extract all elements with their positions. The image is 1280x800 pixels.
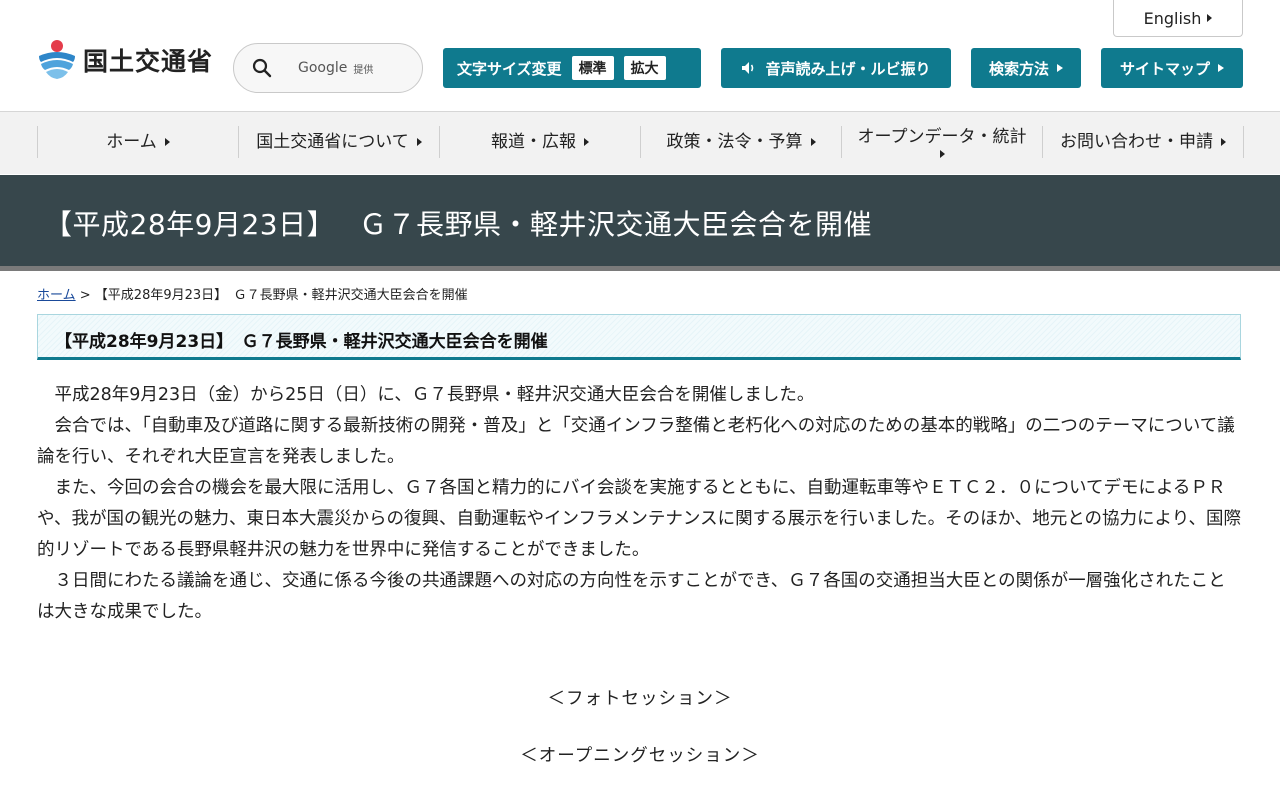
triangle-right-icon xyxy=(1218,64,1224,72)
logo-text: 国土交通省 xyxy=(83,47,214,76)
breadcrumb-current: 【平成28年9月23日】 Ｇ７長野県・軽井沢交通大臣会合を開催 xyxy=(94,288,468,303)
english-link[interactable]: English xyxy=(1113,0,1243,37)
breadcrumb: ホーム > 【平成28年9月23日】 Ｇ７長野県・軽井沢交通大臣会合を開催 xyxy=(37,284,468,303)
font-size-label: 文字サイズ変更 xyxy=(457,59,562,78)
breadcrumb-separator: > xyxy=(75,288,95,303)
triangle-right-icon xyxy=(1207,14,1213,22)
sitemap-label: サイトマップ xyxy=(1119,59,1210,78)
speaker-icon xyxy=(742,62,754,74)
nav-item-label: ホーム xyxy=(106,132,157,152)
sitemap-button[interactable]: サイトマップ xyxy=(1101,48,1243,88)
font-size-large-button[interactable]: 拡大 xyxy=(623,56,666,80)
triangle-right-icon xyxy=(1057,64,1063,72)
search-icon[interactable] xyxy=(252,58,272,78)
breadcrumb-home-link[interactable]: ホーム xyxy=(37,288,76,303)
article-body: 平成28年9月23日（金）から25日（日）に、Ｇ７長野県・軽井沢交通大臣会合を開… xyxy=(37,380,1243,628)
triangle-right-icon xyxy=(164,138,170,146)
triangle-right-icon xyxy=(810,138,816,146)
mlit-logo-icon xyxy=(39,40,75,79)
article-paragraph: また、今回の会合の機会を最大限に活用し、Ｇ７各国と精力的にバイ会談を実施するとと… xyxy=(37,478,1241,560)
article-paragraph: 平成28年9月23日（金）から25日（日）に、Ｇ７長野県・軽井沢交通大臣会合を開… xyxy=(54,385,815,405)
article-paragraph: ３日間にわたる議論を通じ、交通に係る今後の共通課題への対応の方向性を示すことがで… xyxy=(37,571,1226,622)
voice-reading-button[interactable]: 音声読み上げ・ルビ振り xyxy=(721,48,951,88)
search-method-label: 検索方法 xyxy=(988,59,1049,78)
site-search[interactable]: Google 提供 xyxy=(233,43,423,93)
article-heading: 【平成28年9月23日】 Ｇ７長野県・軽井沢交通大臣会合を開催 xyxy=(55,332,548,352)
title-band: 【平成28年9月23日】 Ｇ７長野県・軽井沢交通大臣会合を開催 xyxy=(0,175,1280,271)
nav-item-label: 国土交通省について xyxy=(256,132,409,152)
triangle-right-icon xyxy=(1221,138,1226,146)
photo-session-caption: ＜フォトセッション＞ xyxy=(547,689,733,709)
nav-item-contact[interactable]: お問い合わせ・申請 xyxy=(1043,126,1244,158)
triangle-right-icon xyxy=(939,150,945,158)
triangle-right-icon xyxy=(584,138,589,146)
font-size-control: 文字サイズ変更 標準 拡大 xyxy=(443,48,701,88)
opening-session-caption: ＜オープニングセッション＞ xyxy=(520,746,760,766)
nav-item-label: お問い合わせ・申請 xyxy=(1060,132,1213,152)
nav-item-label: 報道・広報 xyxy=(491,132,576,152)
english-label: English xyxy=(1143,8,1202,28)
mlit-logo[interactable]: 国土交通省 xyxy=(37,38,213,82)
nav-item-press[interactable]: 報道・広報 xyxy=(440,126,641,158)
nav-item-policy[interactable]: 政策・法令・予算 xyxy=(641,126,842,158)
search-method-button[interactable]: 検索方法 xyxy=(971,48,1081,88)
nav-item-label: オープンデータ・統計 xyxy=(857,127,1027,147)
nav-item-opendata[interactable]: オープンデータ・統計 xyxy=(842,126,1043,158)
nav-item-about[interactable]: 国土交通省について xyxy=(239,126,440,158)
search-provider: Google xyxy=(298,60,348,76)
article-heading-box: 【平成28年9月23日】 Ｇ７長野県・軽井沢交通大臣会合を開催 xyxy=(37,314,1241,360)
article-paragraph: 会合では、「自動車及び道路に関する最新技術の開発・普及」と「交通インフラ整備と老… xyxy=(37,416,1235,467)
voice-reading-label: 音声読み上げ・ルビ振り xyxy=(765,59,931,78)
triangle-right-icon xyxy=(416,138,422,146)
nav-item-label: 政策・法令・予算 xyxy=(666,132,803,152)
global-nav: ホーム 国土交通省について 報道・広報 政策・法令・予算 オープンデータ・統計 … xyxy=(0,112,1280,174)
page-title: 【平成28年9月23日】 Ｇ７長野県・軽井沢交通大臣会合を開催 xyxy=(44,208,872,241)
nav-item-home[interactable]: ホーム xyxy=(38,126,239,158)
site-header: English 国土交通省 Google 提供 文字サイズ変更 標準 拡大 音声… xyxy=(0,0,1280,112)
font-size-normal-button[interactable]: 標準 xyxy=(571,56,614,80)
search-provided: 提供 xyxy=(353,64,374,76)
